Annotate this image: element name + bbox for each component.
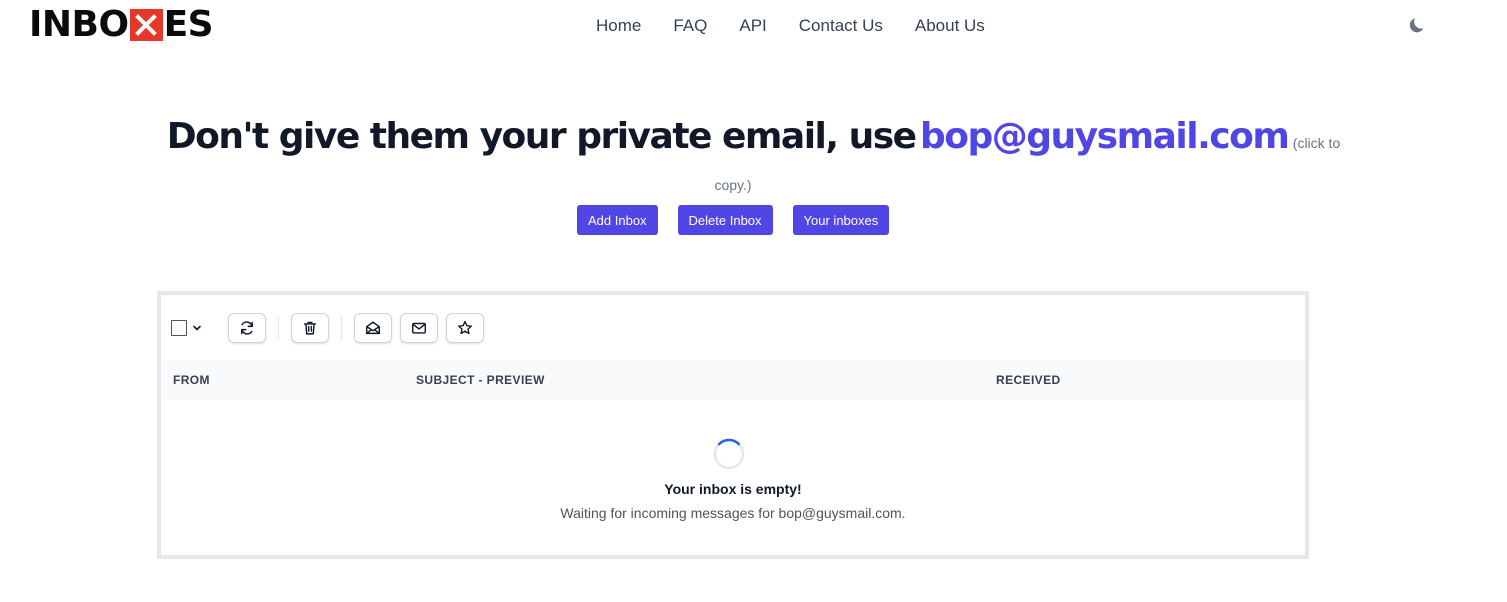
column-subject-preview[interactable]: SUBJECT - PREVIEW [416, 373, 545, 387]
toolbar-divider [278, 316, 279, 340]
mark-unread-button[interactable] [400, 313, 438, 343]
empty-inbox-message: Waiting for incoming messages for bop@gu… [560, 505, 906, 521]
your-inboxes-button[interactable]: Your inboxes [792, 205, 890, 235]
toolbar-divider [341, 316, 342, 340]
delete-inbox-button[interactable]: Delete Inbox [677, 205, 773, 235]
inbox-actions: Add Inbox Delete Inbox Your inboxes [577, 205, 890, 235]
nav-faq[interactable]: FAQ [673, 14, 707, 38]
logo-x-icon [129, 9, 163, 41]
column-from[interactable]: FROM [173, 373, 210, 387]
star-button[interactable] [446, 313, 484, 343]
refresh-button[interactable] [228, 313, 266, 343]
table-header: FROM SUBJECT - PREVIEW RECEIVED [161, 360, 1305, 400]
logo[interactable]: INBO ES [29, 4, 214, 45]
chevron-down-icon[interactable] [191, 322, 203, 334]
hero-heading: Don't give them your private email, use … [0, 116, 1507, 157]
nav-contact-us[interactable]: Contact Us [799, 14, 883, 38]
loading-spinner-icon [713, 438, 745, 470]
inbox-toolbar [171, 312, 484, 344]
mark-read-button[interactable] [354, 313, 392, 343]
envelope-open-icon [365, 321, 381, 335]
empty-inbox-title: Your inbox is empty! [664, 481, 802, 497]
star-icon [458, 320, 472, 335]
logo-text-left: INBO [29, 4, 129, 45]
nav-about-us[interactable]: About Us [915, 14, 985, 38]
add-inbox-button[interactable]: Add Inbox [577, 205, 658, 235]
envelope-icon [411, 322, 427, 334]
temp-email-address[interactable]: bop@guysmail.com [920, 116, 1290, 157]
moon-icon[interactable] [1408, 15, 1428, 35]
trash-icon [303, 321, 317, 335]
main-nav: Home FAQ API Contact Us About Us [596, 14, 985, 38]
hero-headline: Don't give them your private email, use [166, 116, 917, 157]
copy-hint: (click to [1292, 135, 1341, 151]
refresh-icon [241, 321, 253, 335]
nav-home[interactable]: Home [596, 14, 641, 38]
delete-button[interactable] [291, 313, 329, 343]
logo-text-right: ES [163, 4, 214, 45]
copy-hint-continued: copy.) [714, 177, 752, 193]
select-all-checkbox[interactable] [171, 320, 187, 336]
column-received[interactable]: RECEIVED [996, 373, 1061, 387]
nav-api[interactable]: API [739, 14, 766, 38]
inbox-panel: FROM SUBJECT - PREVIEW RECEIVED Your inb… [157, 291, 1309, 559]
